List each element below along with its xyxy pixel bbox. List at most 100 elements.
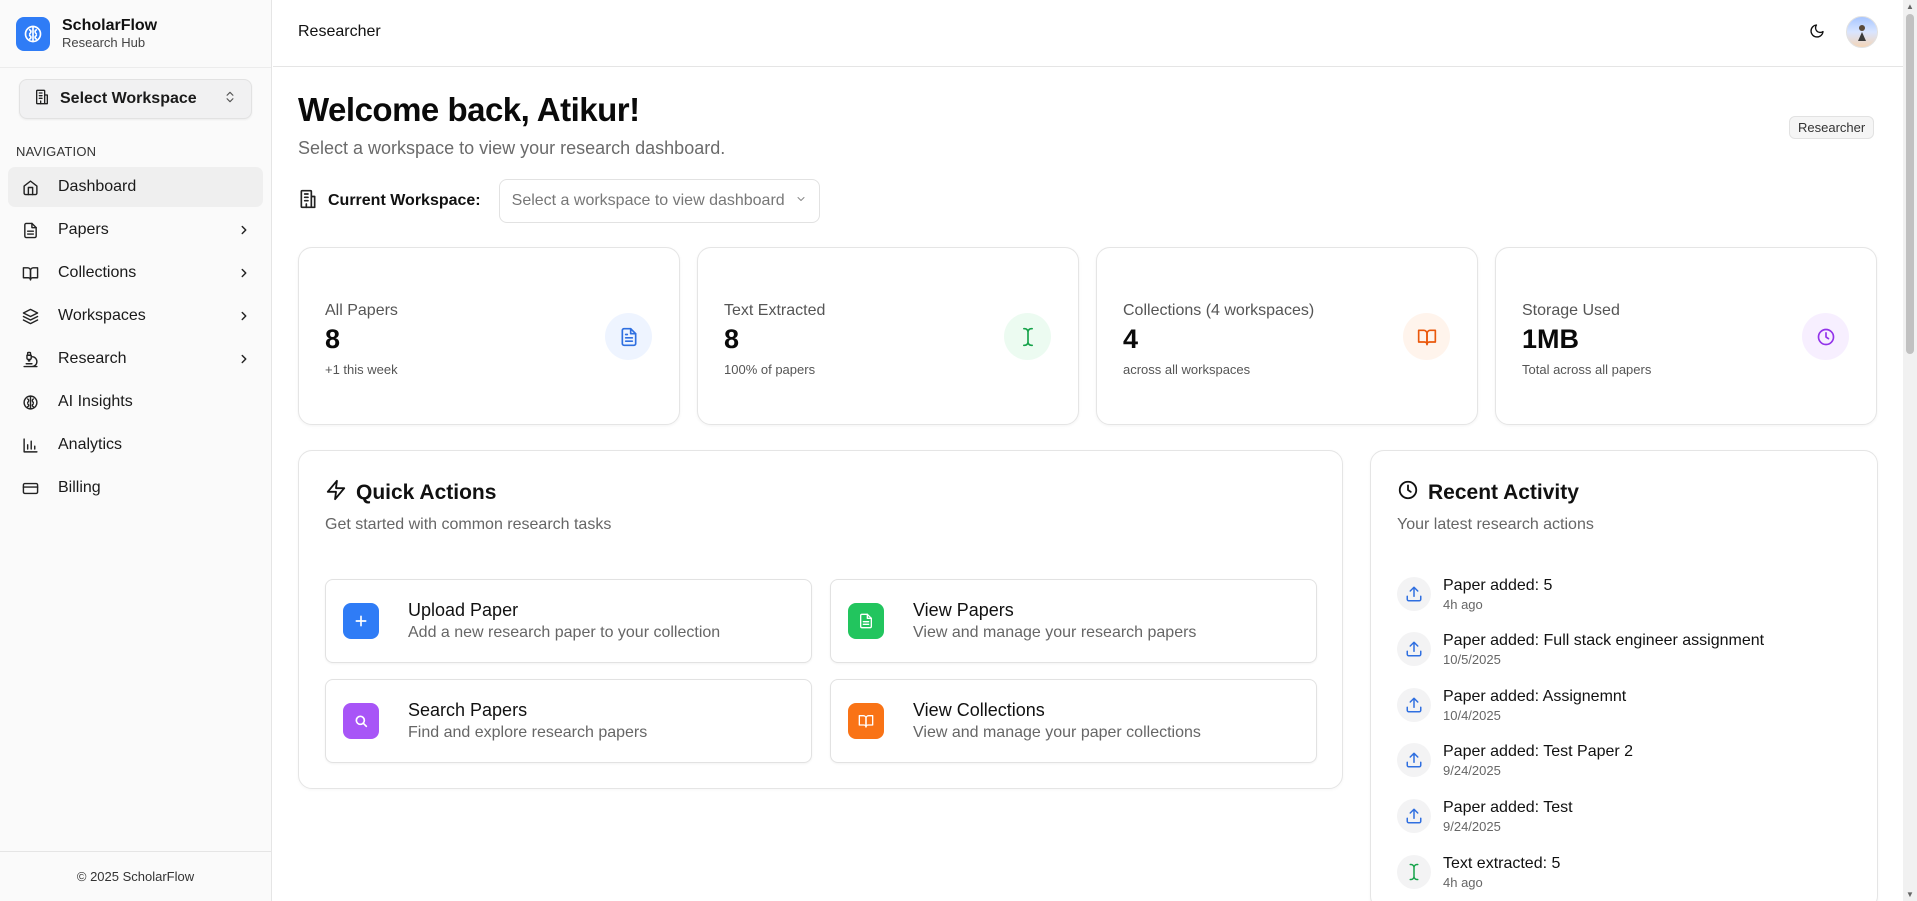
activity-item[interactable]: Text extracted: 5 4h ago	[1397, 855, 1560, 890]
activity-item[interactable]: Paper added: Assignemnt 10/4/2025	[1397, 688, 1626, 723]
chevrons-up-down-icon	[223, 90, 237, 109]
activity-item[interactable]: Paper added: 5 4h ago	[1397, 577, 1552, 612]
sidebar: ScholarFlow Research Hub Select Workspac…	[0, 0, 272, 901]
stat-card-storage-used[interactable]: Storage Used 1MB Total across all papers	[1495, 247, 1877, 425]
search-papers-button[interactable]: Search Papers Find and explore research …	[325, 679, 812, 763]
activity-item[interactable]: Paper added: Test 9/24/2025	[1397, 799, 1573, 834]
scroll-up-arrow-icon[interactable]: ▲	[1906, 2, 1914, 11]
page-title: Welcome back, Atikur!	[298, 91, 640, 128]
activity-time: 9/24/2025	[1443, 763, 1501, 778]
stat-card-all-papers[interactable]: All Papers 8 +1 this week	[298, 247, 680, 425]
sidebar-item-billing[interactable]: Billing	[8, 468, 263, 508]
stat-subtext: +1 this week	[325, 362, 398, 377]
building-icon	[298, 189, 318, 214]
action-description: Find and explore research papers	[408, 724, 648, 741]
bar-chart-icon	[20, 435, 40, 455]
action-title: Search Papers	[408, 700, 528, 720]
recent-activity-title: Recent Activity	[1397, 479, 1579, 507]
stat-card-text-extracted[interactable]: Text Extracted 8 100% of papers	[697, 247, 1079, 425]
sidebar-item-research[interactable]: Research	[8, 339, 263, 379]
stat-subtext: Total across all papers	[1522, 362, 1652, 377]
activity-title: Paper added: 5	[1443, 577, 1553, 594]
activity-item[interactable]: Paper added: Test Paper 2 9/24/2025	[1397, 743, 1633, 778]
credit-card-icon	[20, 478, 40, 498]
scrollbar-thumb[interactable]	[1906, 14, 1914, 354]
sidebar-item-label: Analytics	[58, 436, 123, 453]
upload-paper-button[interactable]: Upload Paper Add a new research paper to…	[325, 579, 812, 663]
brand-subtitle: Research Hub	[62, 35, 146, 51]
stat-card-collections[interactable]: Collections (4 workspaces) 4 across all …	[1096, 247, 1478, 425]
current-workspace-placeholder: Select a workspace to view dashboard	[511, 192, 785, 209]
quick-actions-panel: Quick Actions Get started with common re…	[298, 450, 1343, 789]
book-open-icon	[1403, 313, 1450, 360]
home-icon	[20, 177, 40, 197]
microscope-icon	[20, 349, 40, 369]
brain-icon	[20, 392, 40, 412]
brand[interactable]: ScholarFlow Research Hub	[0, 0, 271, 68]
sidebar-item-papers[interactable]: Papers	[8, 210, 263, 250]
sidebar-nav: Dashboard Papers Collections Workspaces …	[8, 167, 263, 511]
sidebar-item-analytics[interactable]: Analytics	[8, 425, 263, 465]
activity-title: Text extracted: 5	[1443, 855, 1561, 872]
action-description: View and manage your research papers	[913, 624, 1197, 641]
activity-item[interactable]: Paper added: Full stack engineer assignm…	[1397, 632, 1764, 667]
sidebar-item-collections[interactable]: Collections	[8, 253, 263, 293]
current-workspace-select[interactable]: Select a workspace to view dashboard	[498, 179, 820, 223]
action-description: View and manage your paper collections	[913, 724, 1201, 741]
view-collections-button[interactable]: View Collections View and manage your pa…	[830, 679, 1317, 763]
sidebar-item-label: AI Insights	[58, 393, 133, 410]
upload-icon	[1397, 743, 1431, 777]
view-papers-button[interactable]: View Papers View and manage your researc…	[830, 579, 1317, 663]
stat-value: 1MB	[1522, 324, 1580, 354]
page-scrollbar[interactable]: ▲ ▼	[1903, 0, 1917, 901]
building-icon	[34, 89, 50, 110]
stat-label: Collections (4 workspaces)	[1123, 302, 1315, 319]
theme-toggle-button[interactable]	[1805, 21, 1829, 45]
sidebar-item-workspaces[interactable]: Workspaces	[8, 296, 263, 336]
top-header: Researcher	[273, 0, 1903, 67]
book-open-icon	[848, 703, 884, 739]
zap-icon	[325, 479, 347, 507]
activity-title: Paper added: Test Paper 2	[1443, 743, 1634, 760]
activity-title: Paper added: Full stack engineer assignm…	[1443, 632, 1765, 649]
search-icon	[343, 703, 379, 739]
quick-actions-title-text: Quick Actions	[356, 481, 497, 504]
avatar[interactable]	[1846, 16, 1878, 48]
action-title: Upload Paper	[408, 600, 519, 620]
stat-value: 8	[724, 324, 740, 354]
activity-time: 10/4/2025	[1443, 708, 1501, 723]
sidebar-item-ai-insights[interactable]: AI Insights	[8, 382, 263, 422]
stat-subtext: across all workspaces	[1123, 362, 1251, 377]
quick-actions-subtitle: Get started with common research tasks	[325, 516, 612, 533]
sidebar-item-label: Papers	[58, 221, 109, 238]
brand-name: ScholarFlow	[62, 17, 158, 35]
sidebar-item-label: Research	[58, 350, 127, 367]
action-title: View Papers	[913, 600, 1014, 620]
chevron-right-icon	[237, 223, 251, 237]
action-title: View Collections	[913, 700, 1045, 720]
file-text-icon	[848, 603, 884, 639]
scroll-down-arrow-icon[interactable]: ▼	[1906, 890, 1914, 899]
chevron-right-icon	[237, 309, 251, 323]
sidebar-item-dashboard[interactable]: Dashboard	[8, 167, 263, 207]
stat-value: 4	[1123, 324, 1139, 354]
file-text-icon	[605, 313, 652, 360]
text-cursor-icon	[1397, 855, 1431, 889]
recent-activity-panel: Recent Activity Your latest research act…	[1370, 450, 1878, 901]
upload-icon	[1397, 688, 1431, 722]
sidebar-item-label: Billing	[58, 479, 101, 496]
workspace-select[interactable]: Select Workspace	[19, 79, 252, 119]
nav-heading: NAVIGATION	[16, 144, 97, 159]
activity-time: 10/5/2025	[1443, 652, 1501, 667]
stat-subtext: 100% of papers	[724, 362, 816, 377]
activity-time: 4h ago	[1443, 597, 1483, 612]
upload-icon	[1397, 577, 1431, 611]
upload-icon	[1397, 632, 1431, 666]
moon-icon	[1809, 23, 1825, 44]
brain-icon	[16, 16, 50, 51]
sidebar-item-label: Collections	[58, 264, 137, 281]
stat-label: Text Extracted	[724, 302, 826, 319]
stat-label: All Papers	[325, 302, 398, 319]
file-icon	[20, 220, 40, 240]
workspace-select-label: Select Workspace	[60, 90, 197, 107]
